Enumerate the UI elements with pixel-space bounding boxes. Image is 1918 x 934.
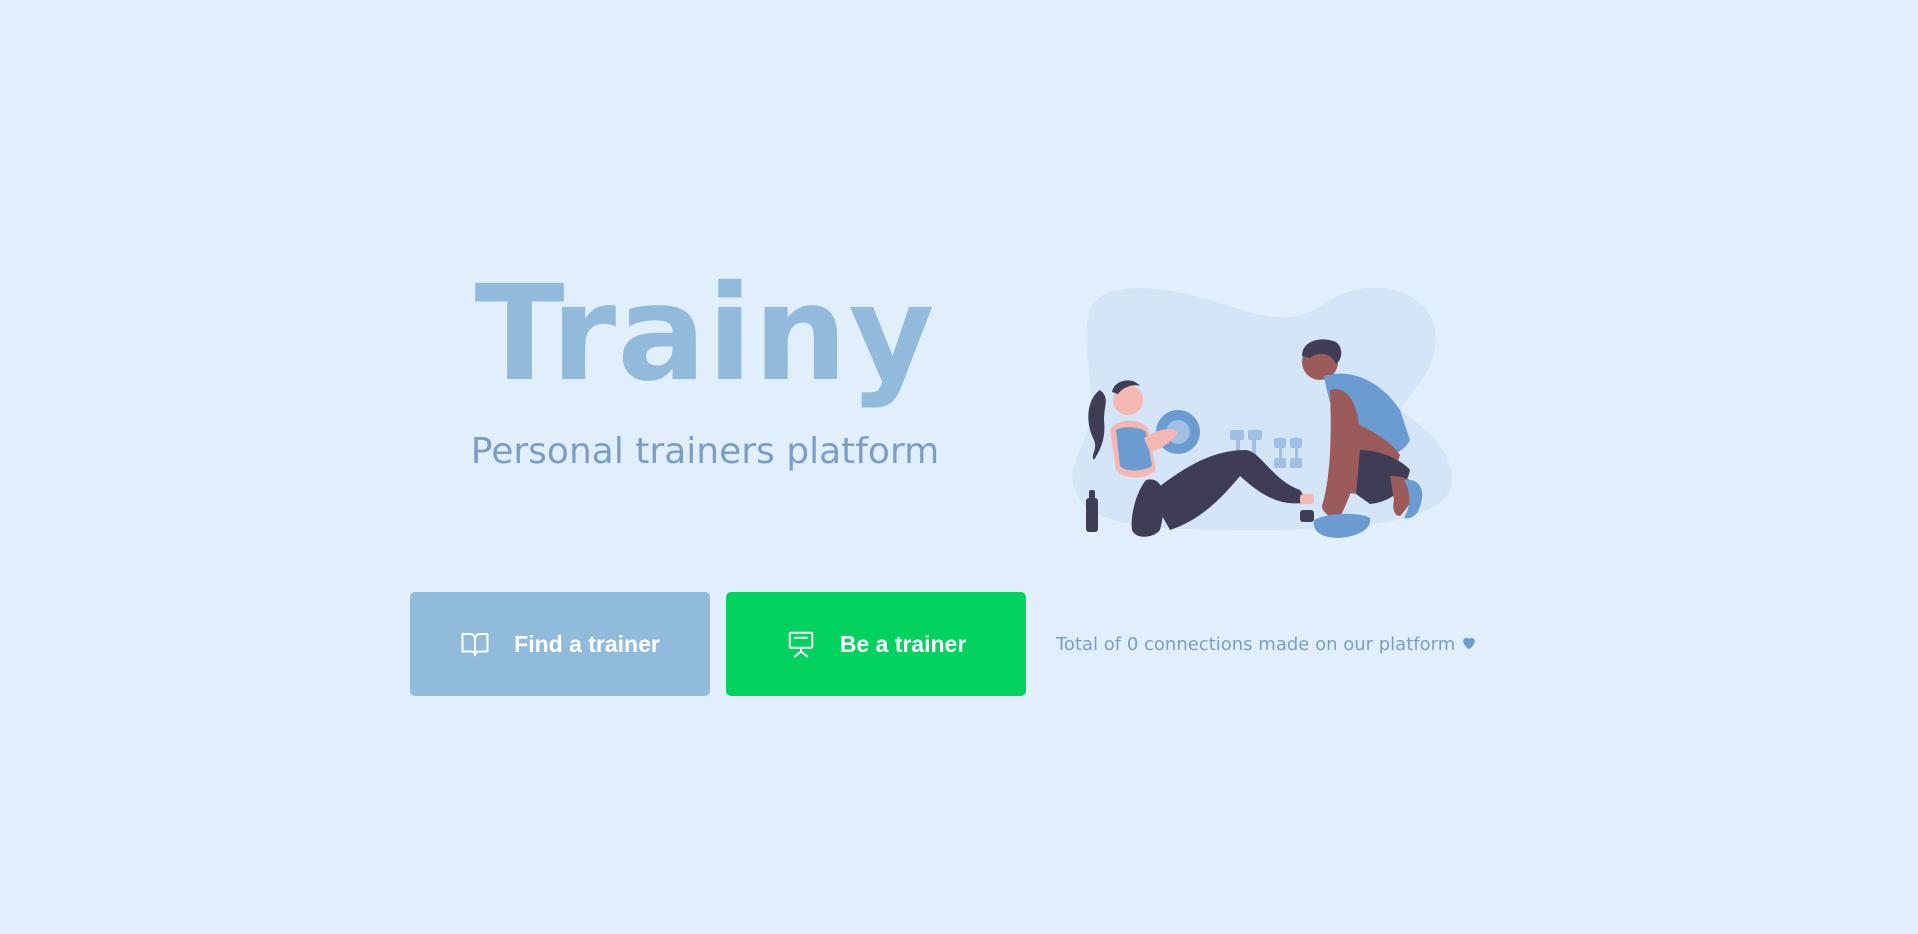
be-trainer-label: Be a trainer bbox=[839, 630, 967, 657]
brand-title: Trainy bbox=[474, 257, 936, 411]
connections-text: Total of 0 connections made on our platf… bbox=[1056, 633, 1456, 655]
presentation-board-icon bbox=[786, 629, 816, 659]
find-trainer-label: Find a trainer bbox=[514, 630, 660, 657]
connections-stat: Total of 0 connections made on our platf… bbox=[1056, 632, 1477, 656]
be-trainer-button[interactable]: Be a trainer bbox=[726, 592, 1026, 696]
landing-page: Trainy Personal trainers platform Find a… bbox=[0, 0, 1918, 934]
workout-illustration bbox=[1060, 280, 1480, 570]
find-trainer-button[interactable]: Find a trainer bbox=[410, 592, 710, 696]
heart-icon bbox=[1461, 634, 1477, 655]
book-open-icon bbox=[460, 629, 490, 659]
brand-subtitle: Personal trainers platform bbox=[470, 431, 940, 472]
